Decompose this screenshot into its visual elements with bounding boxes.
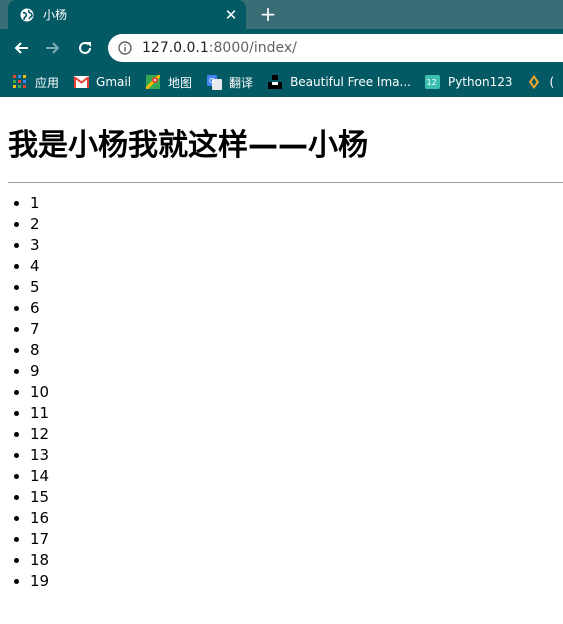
bookmark-python123[interactable]: 12 Python123 [425, 74, 513, 90]
list-item: 11 [30, 403, 555, 424]
list-item: 10 [30, 382, 555, 403]
list-item: 1 [30, 193, 555, 214]
bookmark-label: 地图 [168, 75, 193, 90]
tab-close-icon[interactable]: ✕ [222, 6, 240, 24]
list-item: 2 [30, 214, 555, 235]
browser-toolbar: 127.0.0.1:8000/index/ [0, 29, 563, 67]
gmail-icon [73, 74, 89, 90]
svg-text:G: G [209, 77, 214, 85]
page-heading: 我是小杨我就这样——小杨 [8, 128, 368, 163]
bookmark-translate[interactable]: G 翻译 [206, 74, 253, 91]
arrow-left-icon [14, 42, 28, 54]
new-tab-button[interactable]: + [257, 3, 279, 25]
bookmarks-bar: 应用 Gmail 地图 G 翻译 Beautiful Free Ima... 1… [0, 67, 563, 97]
globe-icon [20, 8, 34, 22]
list-item: 19 [30, 571, 555, 592]
list-item: 6 [30, 298, 555, 319]
bookmark-label: Beautiful Free Ima... [290, 75, 411, 89]
list-item: 13 [30, 445, 555, 466]
reload-icon [79, 41, 91, 54]
bookmark-icon [526, 74, 542, 90]
browser-tab[interactable]: 小杨 ✕ [8, 0, 246, 29]
bookmark-gmail[interactable]: Gmail [73, 74, 131, 90]
list-item: 14 [30, 466, 555, 487]
list-item: 12 [30, 424, 555, 445]
list-item: 8 [30, 340, 555, 361]
list-item: 5 [30, 277, 555, 298]
list-item: 9 [30, 361, 555, 382]
list-item: 15 [30, 487, 555, 508]
bookmark-label: Gmail [96, 75, 132, 89]
url-text: 127.0.0.1:8000/index/ [142, 40, 297, 56]
info-icon[interactable] [118, 40, 134, 56]
list-item: 17 [30, 529, 555, 550]
url-host: 127.0.0.1 [142, 40, 209, 56]
tab-strip: 小杨 ✕ + [0, 0, 563, 29]
bookmark-maps[interactable]: 地图 [145, 74, 192, 91]
bookmark-label: 应用 [35, 75, 60, 90]
address-bar[interactable]: 127.0.0.1:8000/index/ [108, 34, 563, 62]
unsplash-icon [267, 74, 283, 90]
svg-text:12: 12 [427, 78, 437, 87]
divider [8, 182, 563, 183]
list-item: 16 [30, 508, 555, 529]
python123-icon: 12 [425, 74, 441, 90]
list-item: 7 [30, 319, 555, 340]
back-button[interactable] [8, 35, 34, 61]
maps-icon [145, 74, 161, 90]
number-list: 12345678910111213141516171819 [8, 193, 555, 592]
reload-button[interactable] [72, 35, 98, 61]
bookmark-more[interactable]: ( [526, 74, 554, 90]
bookmark-label: ( [549, 75, 555, 89]
arrow-right-icon [46, 42, 60, 54]
list-item: 3 [30, 235, 555, 256]
forward-button[interactable] [40, 35, 66, 61]
tab-title: 小杨 [43, 8, 68, 22]
apps-grid-icon [12, 74, 28, 90]
bookmark-label: Python123 [447, 75, 513, 89]
bookmark-apps[interactable]: 应用 [12, 74, 59, 91]
url-path: :8000/index/ [208, 40, 297, 56]
bookmark-label: 翻译 [229, 75, 254, 90]
list-item: 4 [30, 256, 555, 277]
list-item: 18 [30, 550, 555, 571]
page-content: 我是小杨我就这样——小杨 123456789101112131415161718… [0, 121, 563, 592]
translate-icon: G [206, 74, 222, 90]
bookmark-unsplash[interactable]: Beautiful Free Ima... [267, 74, 411, 90]
